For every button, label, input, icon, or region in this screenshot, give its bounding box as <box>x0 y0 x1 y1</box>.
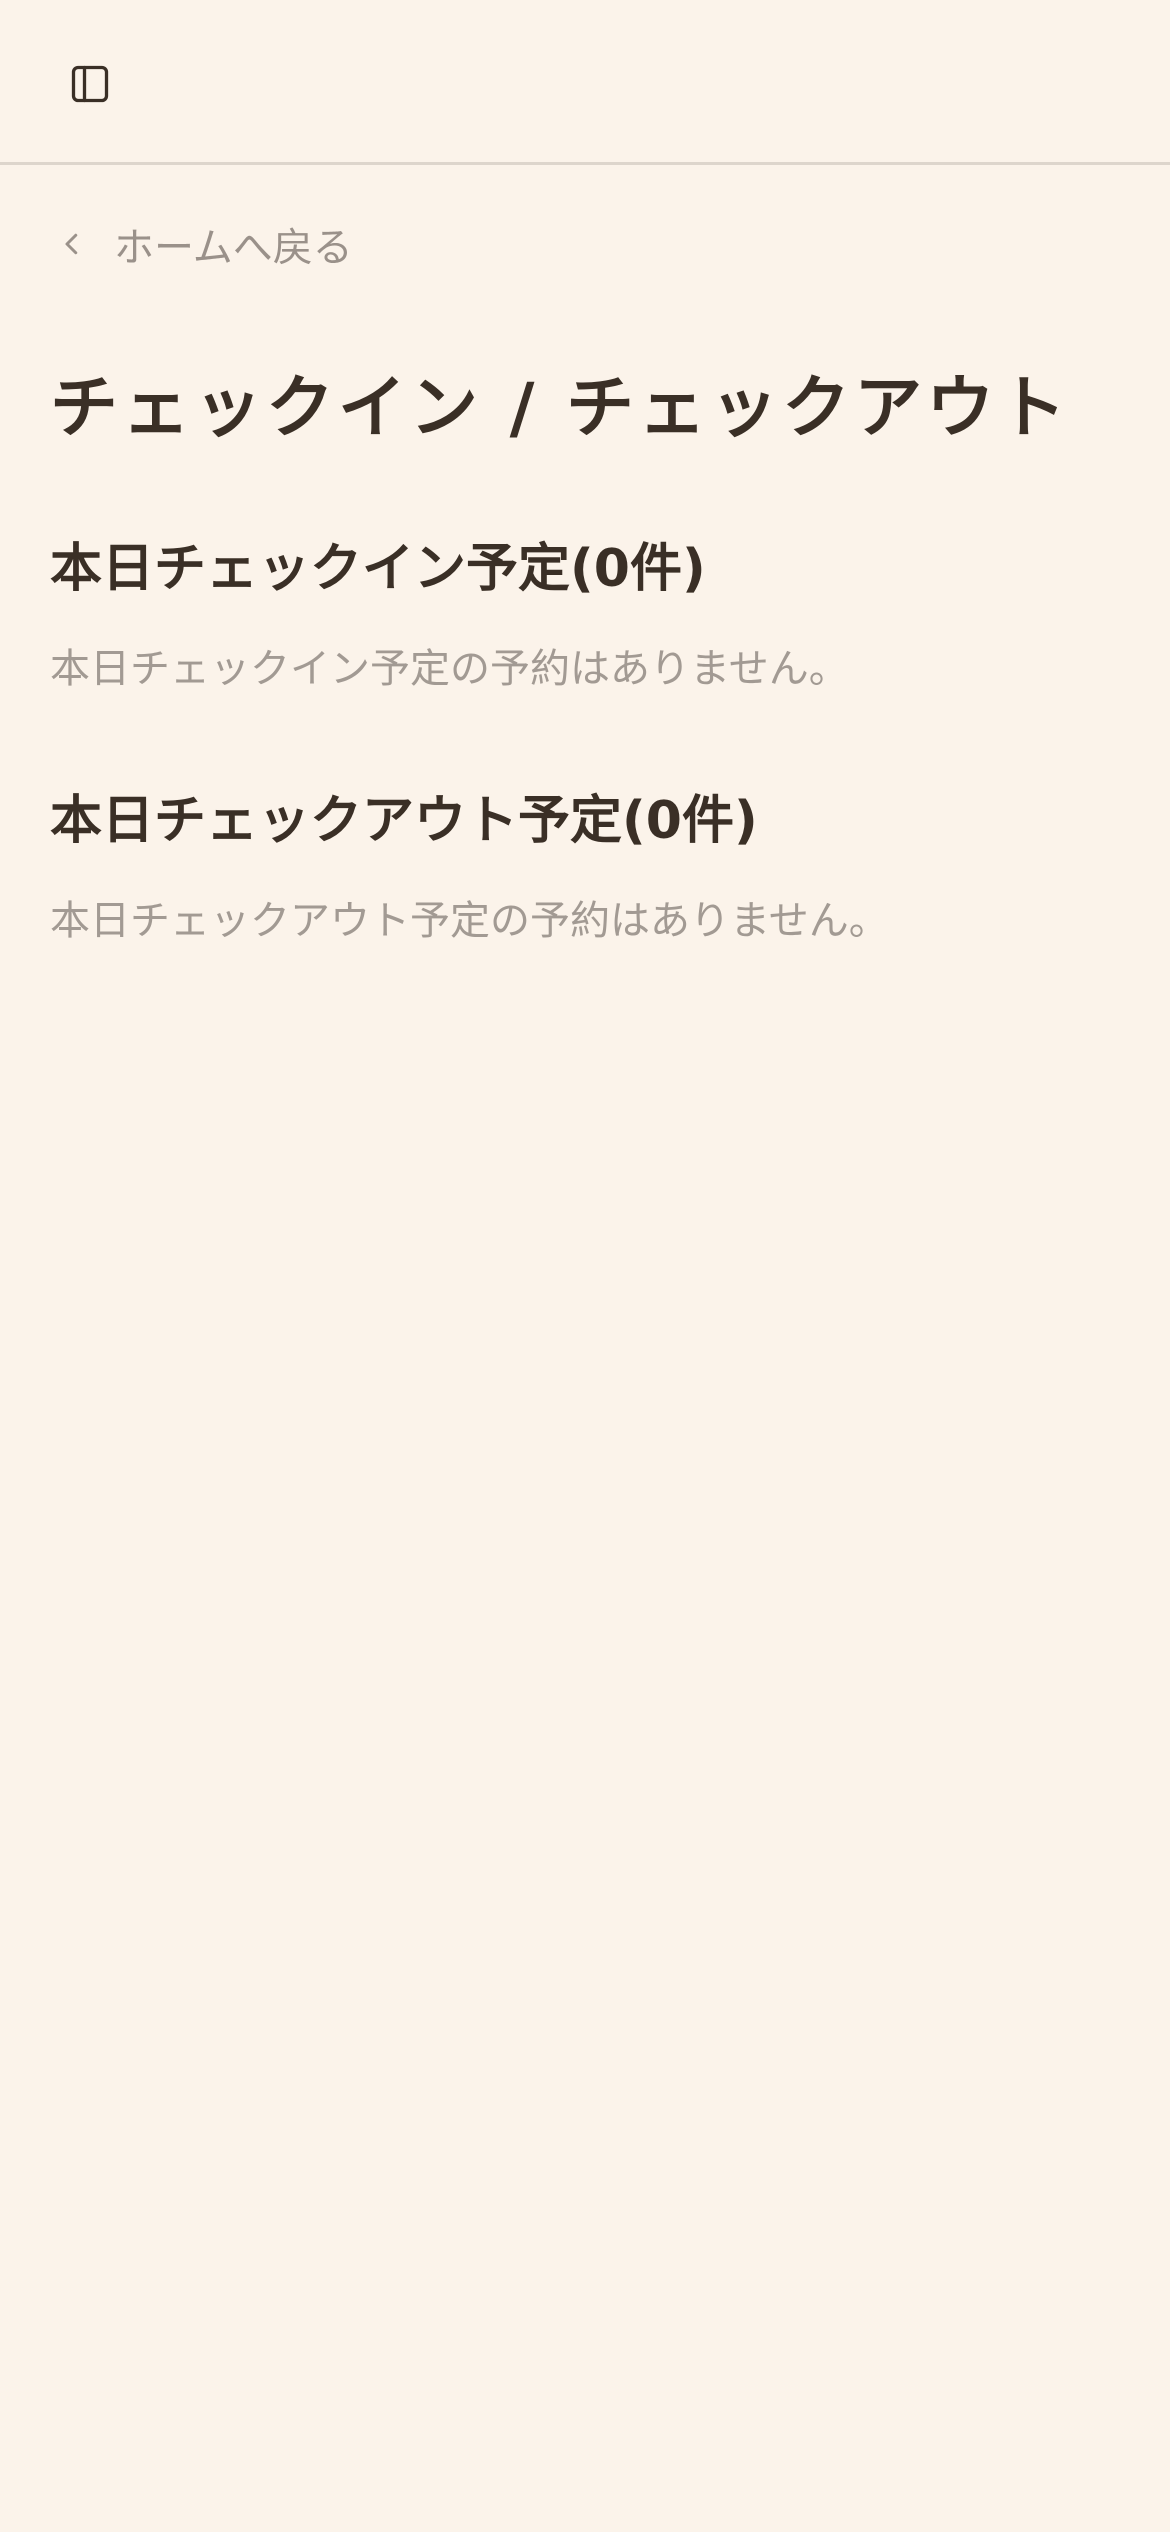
top-bar <box>0 0 1170 165</box>
checkin-section-heading: 本日チェックイン予定(0件) <box>50 539 706 599</box>
checkin-empty-message: 本日チェックイン予定の予約はありません。 <box>50 646 849 692</box>
sidebar-toggle-button[interactable] <box>56 50 124 118</box>
checkout-empty-message: 本日チェックアウト予定の予約はありません。 <box>50 898 889 944</box>
chevron-left-icon <box>50 222 94 266</box>
back-to-home-link[interactable]: ホームへ戻る <box>50 214 353 274</box>
page-title: チェックイン / チェックアウト <box>50 369 1071 448</box>
sidebar-panel-icon <box>71 65 109 103</box>
back-link-label: ホームへ戻る <box>114 225 353 271</box>
checkout-section-heading: 本日チェックアウト予定(0件) <box>50 791 758 851</box>
